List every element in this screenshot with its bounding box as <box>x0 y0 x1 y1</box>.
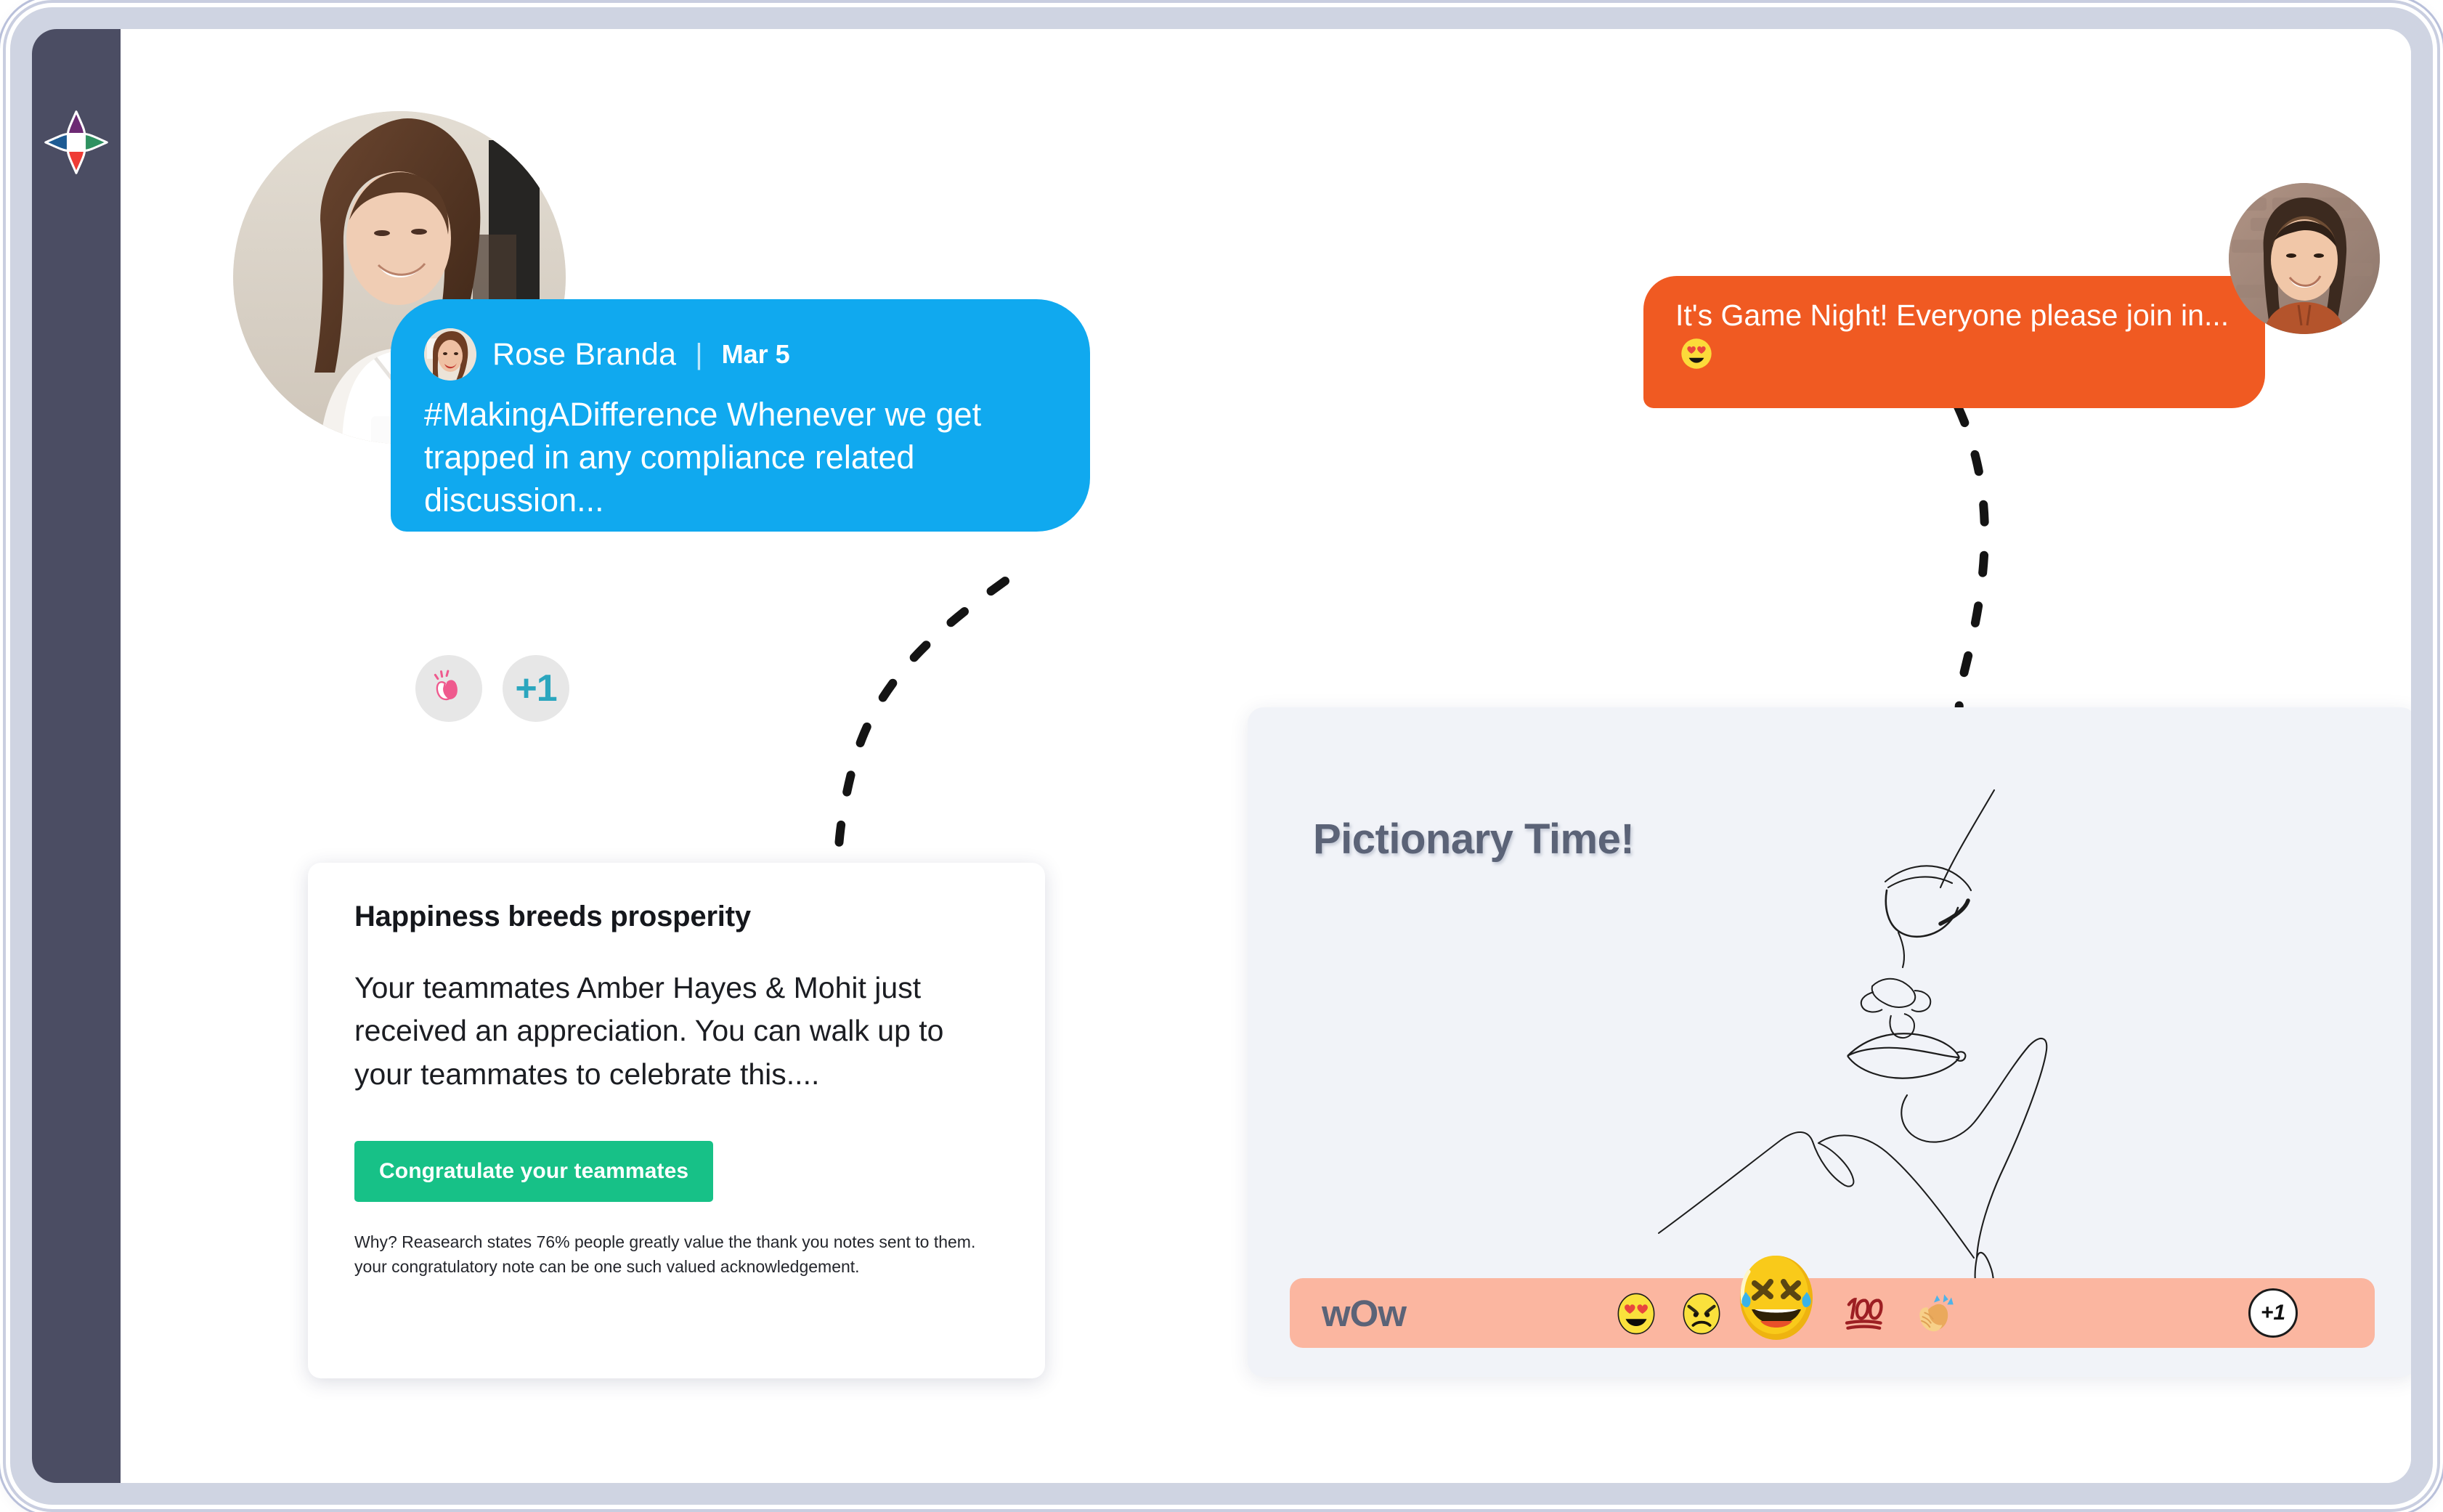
game-night-sender-avatar <box>2229 183 2380 334</box>
post-separator: | <box>695 338 703 370</box>
single-line-face-drawing <box>1658 789 2048 1297</box>
heart-eyes-emoji[interactable] <box>1615 1293 1657 1335</box>
game-night-bubble[interactable]: It's Game Night! Everyone please join in… <box>1643 276 2265 408</box>
appreciation-card-title: Happiness breeds prosperity <box>354 901 751 932</box>
wow-label: wOw <box>1322 1292 1407 1334</box>
feed-canvas: Rose Branda | Mar 5 #MakingADifference W… <box>121 29 2411 1483</box>
compass-logo-icon[interactable] <box>41 107 111 177</box>
heart-eyes-emoji <box>1681 338 1712 370</box>
post-reaction-chips: +1 <box>415 655 569 722</box>
appreciation-card-footnote: Why? Reasearch states 76% people greatly… <box>354 1232 976 1277</box>
device-bezel: Rose Branda | Mar 5 #MakingADifference W… <box>10 7 2433 1505</box>
joy-tears-emoji[interactable] <box>1734 1251 1818 1345</box>
pictionary-title: Pictionary Time! <box>1313 816 1635 863</box>
game-night-text: It's Game Night! Everyone please join in… <box>1675 296 2233 373</box>
post-date: Mar 5 <box>721 339 790 369</box>
app-sidebar <box>32 29 121 1483</box>
game-night-message: It's Game Night! Everyone please join in… <box>1675 298 2229 332</box>
post-bubble[interactable]: Rose Branda | Mar 5 #MakingADifference W… <box>391 299 1090 532</box>
hundred-points-emoji[interactable] <box>1842 1293 1887 1335</box>
clap-icon <box>434 670 458 701</box>
pictionary-reaction-bar: wOw +1 <box>1290 1256 2375 1348</box>
angry-face-emoji[interactable] <box>1680 1293 1723 1335</box>
pictionary-card: Pictionary Time! wOw +1 <box>1248 707 2411 1377</box>
clapping-hands-emoji[interactable] <box>1911 1291 1956 1336</box>
appreciation-card: Happiness breeds prosperity Your teammat… <box>308 863 1045 1378</box>
rose-branda-avatar <box>424 328 476 381</box>
add-reaction-plus-one-button[interactable]: +1 <box>2248 1288 2298 1338</box>
post-text: #MakingADifference Whenever we get trapp… <box>424 394 1057 522</box>
post-author-name: Rose Branda <box>492 336 677 372</box>
plus-one-chip-label: +1 <box>515 667 557 710</box>
appreciation-card-body: Your teammates Amber Hayes & Mohit just … <box>354 971 944 1091</box>
post-header: Rose Branda | Mar 5 <box>424 328 1057 381</box>
plus-one-chip[interactable]: +1 <box>503 655 569 722</box>
congratulate-teammates-button[interactable]: Congratulate your teammates <box>354 1141 714 1203</box>
post-hashtag[interactable]: #MakingADifference <box>424 396 718 433</box>
app-window: Rose Branda | Mar 5 #MakingADifference W… <box>32 29 2411 1483</box>
clap-reaction-chip[interactable] <box>415 655 482 722</box>
